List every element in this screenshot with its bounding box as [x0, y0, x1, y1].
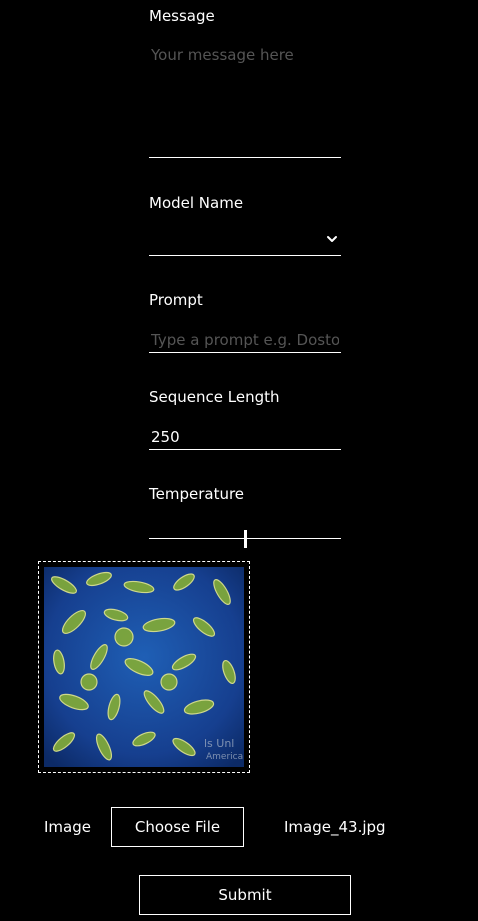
message-label: Message [149, 7, 215, 25]
message-textarea[interactable] [149, 44, 341, 158]
prompt-label: Prompt [149, 291, 203, 309]
model-name-label: Model Name [149, 194, 244, 212]
model-name-select[interactable] [149, 228, 341, 256]
svg-text:America: America [206, 752, 243, 762]
sequence-length-label: Sequence Length [149, 388, 280, 406]
image-preview: ls Unl America [38, 561, 250, 773]
temperature-slider[interactable] [149, 528, 341, 550]
chevron-down-icon [327, 236, 337, 242]
sequence-length-input[interactable] [149, 424, 341, 450]
choose-file-button[interactable]: Choose File [111, 807, 244, 847]
image-label: Image [44, 818, 91, 836]
selected-file-name: Image_43.jpg [284, 818, 386, 836]
prompt-input[interactable] [149, 327, 341, 353]
submit-button[interactable]: Submit [139, 875, 351, 915]
slider-thumb[interactable] [244, 530, 247, 548]
microscope-image: ls Unl America [44, 567, 244, 767]
temperature-label: Temperature [149, 485, 245, 503]
svg-text:ls Unl: ls Unl [204, 737, 234, 750]
